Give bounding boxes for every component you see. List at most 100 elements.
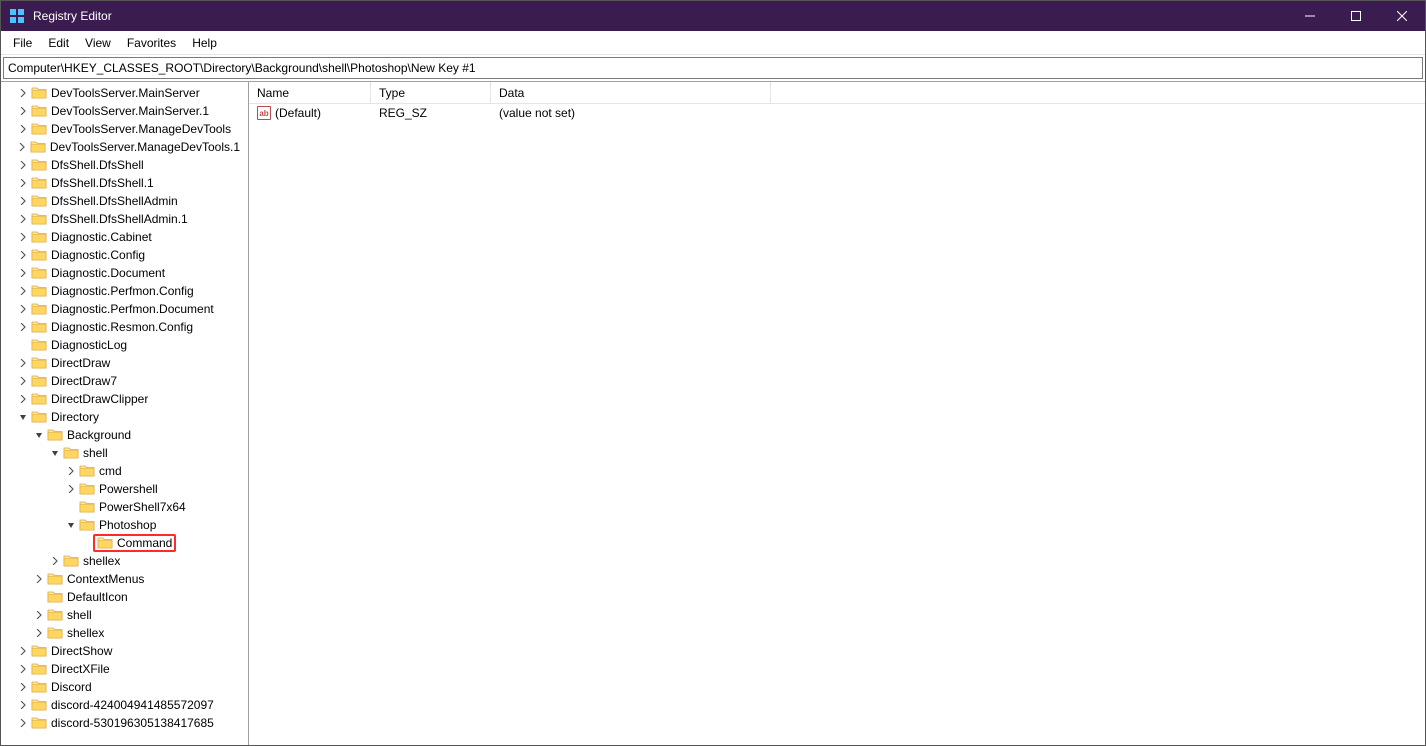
tree-node[interactable]: Diagnostic.Config	[1, 246, 248, 264]
value-type-cell: REG_SZ	[371, 106, 491, 120]
tree-node-label: Diagnostic.Cabinet	[51, 230, 152, 244]
chevron-right-icon[interactable]	[33, 609, 45, 621]
tree-node[interactable]: Diagnostic.Perfmon.Document	[1, 300, 248, 318]
tree-node-label: DevToolsServer.MainServer	[51, 86, 200, 100]
tree-node[interactable]: Diagnostic.Resmon.Config	[1, 318, 248, 336]
chevron-right-icon[interactable]	[17, 393, 29, 405]
tree-node-label: discord-424004941485572097	[51, 698, 214, 712]
chevron-right-icon[interactable]	[65, 465, 77, 477]
tree-node[interactable]: Command	[1, 534, 248, 552]
tree-node-label: Diagnostic.Perfmon.Config	[51, 284, 194, 298]
tree-node[interactable]: DevToolsServer.ManageDevTools.1	[1, 138, 248, 156]
chevron-down-icon[interactable]	[33, 429, 45, 441]
chevron-right-icon[interactable]	[17, 87, 29, 99]
chevron-right-icon[interactable]	[17, 177, 29, 189]
tree-node[interactable]: DfsShell.DfsShell	[1, 156, 248, 174]
tree-node[interactable]: Directory	[1, 408, 248, 426]
tree-node[interactable]: discord-530196305138417685	[1, 714, 248, 732]
tree-node[interactable]: DirectDrawClipper	[1, 390, 248, 408]
tree-node-label: DevToolsServer.MainServer.1	[51, 104, 209, 118]
chevron-right-icon[interactable]	[17, 285, 29, 297]
tree-node[interactable]: discord-424004941485572097	[1, 696, 248, 714]
tree-node[interactable]: cmd	[1, 462, 248, 480]
chevron-right-icon[interactable]	[17, 105, 29, 117]
tree-node[interactable]: DfsShell.DfsShell.1	[1, 174, 248, 192]
tree-node[interactable]: DevToolsServer.ManageDevTools	[1, 120, 248, 138]
menu-help[interactable]: Help	[184, 33, 225, 53]
chevron-right-icon[interactable]	[17, 699, 29, 711]
chevron-down-icon[interactable]	[65, 519, 77, 531]
chevron-right-icon[interactable]	[17, 123, 29, 135]
tree-node[interactable]: shell	[1, 444, 248, 462]
chevron-right-icon[interactable]	[17, 681, 29, 693]
tree-node[interactable]: Diagnostic.Perfmon.Config	[1, 282, 248, 300]
chevron-right-icon[interactable]	[17, 375, 29, 387]
tree-node[interactable]: shell	[1, 606, 248, 624]
tree-node[interactable]: DfsShell.DfsShellAdmin	[1, 192, 248, 210]
folder-icon	[31, 230, 47, 244]
close-button[interactable]	[1379, 1, 1425, 31]
chevron-right-icon[interactable]	[16, 141, 28, 153]
value-row[interactable]: ab(Default)REG_SZ(value not set)	[249, 104, 1425, 122]
tree-node[interactable]: DirectShow	[1, 642, 248, 660]
tree-node[interactable]: DfsShell.DfsShellAdmin.1	[1, 210, 248, 228]
chevron-right-icon[interactable]	[65, 483, 77, 495]
list-body: ab(Default)REG_SZ(value not set)	[249, 104, 1425, 122]
tree-node[interactable]: DiagnosticLog	[1, 336, 248, 354]
tree-node[interactable]: Background	[1, 426, 248, 444]
minimize-button[interactable]	[1287, 1, 1333, 31]
tree-node[interactable]: DirectDraw	[1, 354, 248, 372]
maximize-button[interactable]	[1333, 1, 1379, 31]
tree-node-label: shellex	[67, 626, 104, 640]
chevron-right-icon[interactable]	[17, 195, 29, 207]
tree-node[interactable]: DevToolsServer.MainServer	[1, 84, 248, 102]
chevron-down-icon[interactable]	[17, 411, 29, 423]
chevron-right-icon[interactable]	[17, 213, 29, 225]
address-bar[interactable]: Computer\HKEY_CLASSES_ROOT\Directory\Bac…	[3, 57, 1423, 79]
tree-node[interactable]: Diagnostic.Document	[1, 264, 248, 282]
chevron-right-icon[interactable]	[17, 645, 29, 657]
chevron-right-icon[interactable]	[17, 267, 29, 279]
column-data[interactable]: Data	[491, 82, 771, 103]
tree-node[interactable]: DefaultIcon	[1, 588, 248, 606]
tree-node[interactable]: Discord	[1, 678, 248, 696]
tree-node-label: Command	[117, 536, 172, 550]
tree-node[interactable]: Diagnostic.Cabinet	[1, 228, 248, 246]
tree-node[interactable]: shellex	[1, 552, 248, 570]
chevron-right-icon[interactable]	[17, 231, 29, 243]
menu-file[interactable]: File	[5, 33, 40, 53]
menu-edit[interactable]: Edit	[40, 33, 77, 53]
tree-panel[interactable]: DevToolsServer.MainServer DevToolsServer.…	[1, 82, 249, 745]
tree-node-label: DevToolsServer.ManageDevTools.1	[50, 140, 240, 154]
chevron-right-icon[interactable]	[17, 717, 29, 729]
folder-icon	[47, 608, 63, 622]
list-panel[interactable]: Name Type Data ab(Default)REG_SZ(value n…	[249, 82, 1425, 745]
chevron-right-icon[interactable]	[17, 159, 29, 171]
chevron-right-icon[interactable]	[49, 555, 61, 567]
tree-node[interactable]: Powershell	[1, 480, 248, 498]
tree-node-label: shell	[83, 446, 108, 460]
chevron-down-icon[interactable]	[49, 447, 61, 459]
chevron-right-icon[interactable]	[17, 321, 29, 333]
chevron-right-icon[interactable]	[17, 249, 29, 261]
chevron-right-icon[interactable]	[33, 573, 45, 585]
tree-node-label: PowerShell7x64	[99, 500, 186, 514]
tree-node[interactable]: ContextMenus	[1, 570, 248, 588]
menu-favorites[interactable]: Favorites	[119, 33, 184, 53]
titlebar[interactable]: Registry Editor	[1, 1, 1425, 31]
chevron-right-icon[interactable]	[17, 663, 29, 675]
tree-node[interactable]: Photoshop	[1, 516, 248, 534]
tree-node[interactable]: DirectXFile	[1, 660, 248, 678]
column-type[interactable]: Type	[371, 82, 491, 103]
tree-node[interactable]: shellex	[1, 624, 248, 642]
chevron-right-icon[interactable]	[17, 303, 29, 315]
tree-node[interactable]: DirectDraw7	[1, 372, 248, 390]
folder-icon	[31, 338, 47, 352]
chevron-right-icon[interactable]	[17, 357, 29, 369]
tree-node[interactable]: DevToolsServer.MainServer.1	[1, 102, 248, 120]
chevron-right-icon[interactable]	[33, 627, 45, 639]
tree-node[interactable]: PowerShell7x64	[1, 498, 248, 516]
menu-view[interactable]: View	[77, 33, 119, 53]
folder-icon	[63, 446, 79, 460]
column-name[interactable]: Name	[249, 82, 371, 103]
